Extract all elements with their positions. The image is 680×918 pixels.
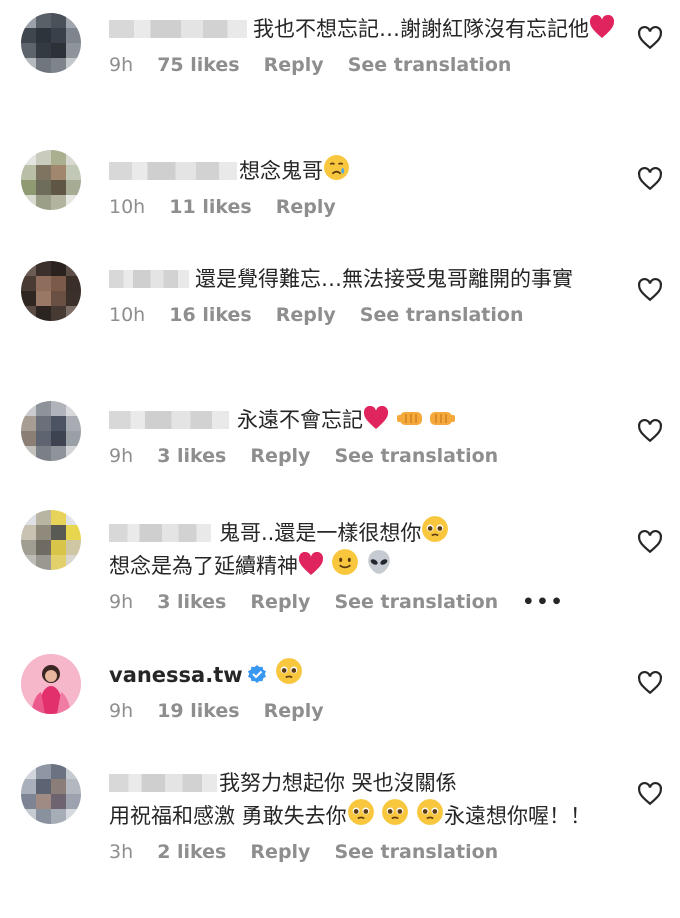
reply-button[interactable]: Reply bbox=[276, 304, 336, 326]
like-heart-icon[interactable] bbox=[637, 277, 663, 303]
comment-body: 我也不想忘記…謝謝紅隊沒有忘記他 bbox=[253, 17, 589, 41]
red-heart-icon bbox=[298, 552, 324, 575]
red-heart-icon bbox=[589, 15, 615, 38]
timestamp: 10h bbox=[109, 304, 146, 326]
comment-meta: 9h 19 likes Reply bbox=[109, 699, 619, 723]
smiling-face-icon bbox=[331, 549, 358, 575]
pleading-face-icon bbox=[422, 516, 449, 542]
avatar[interactable] bbox=[21, 510, 81, 570]
timestamp: 9h bbox=[109, 591, 134, 613]
username-blurred[interactable] bbox=[109, 774, 217, 792]
alien-icon bbox=[368, 550, 391, 574]
avatar[interactable] bbox=[21, 261, 81, 321]
likes-count[interactable]: 2 likes bbox=[157, 841, 226, 863]
likes-count[interactable]: 75 likes bbox=[157, 54, 239, 76]
left-fist-icon bbox=[396, 412, 422, 425]
comment-meta: 9h 75 likes Reply See translation bbox=[109, 53, 619, 77]
username[interactable]: vanessa.tw bbox=[109, 660, 243, 690]
like-heart-icon[interactable] bbox=[637, 418, 663, 444]
reply-button[interactable]: Reply bbox=[276, 196, 336, 218]
more-options-icon[interactable]: ••• bbox=[522, 591, 564, 613]
username-blurred[interactable] bbox=[109, 270, 189, 288]
username-blurred[interactable] bbox=[109, 524, 211, 542]
like-heart-icon[interactable] bbox=[637, 25, 663, 51]
timestamp: 9h bbox=[109, 700, 134, 722]
username-blurred[interactable] bbox=[109, 162, 237, 180]
comment-meta: 10h 16 likes Reply See translation bbox=[109, 303, 619, 327]
comment-text: 鬼哥..還是一樣很想你 想念是為了延續精神 bbox=[109, 515, 619, 581]
comment-meta: 3h 2 likes Reply See translation bbox=[109, 840, 619, 864]
comment-text: 永遠不會忘記 bbox=[109, 405, 619, 435]
timestamp: 9h bbox=[109, 54, 134, 76]
likes-count[interactable]: 16 likes bbox=[169, 304, 251, 326]
reply-button[interactable]: Reply bbox=[250, 591, 310, 613]
like-heart-icon[interactable] bbox=[637, 166, 663, 192]
like-heart-icon[interactable] bbox=[637, 529, 663, 555]
comment-text: vanessa.tw bbox=[109, 657, 619, 690]
see-translation-link[interactable]: See translation bbox=[334, 841, 498, 863]
avatar-photo bbox=[21, 654, 81, 714]
pleading-face-icon bbox=[417, 799, 443, 825]
comment-body: 我努力想起你 哭也沒關係 bbox=[219, 771, 457, 795]
avatar[interactable] bbox=[21, 654, 81, 714]
likes-count[interactable]: 3 likes bbox=[157, 445, 226, 467]
crying-face-icon bbox=[324, 155, 349, 180]
comment-text: 我也不想忘記…謝謝紅隊沒有忘記他 bbox=[109, 14, 619, 44]
comment-meta: 9h 3 likes Reply See translation bbox=[109, 444, 619, 468]
comment-body: 想念鬼哥 bbox=[239, 159, 323, 183]
comment-text: 我努力想起你 哭也沒關係 用祝福和感激 勇敢失去你 永遠想你喔！！ bbox=[109, 768, 619, 831]
comment-body: 還是覺得難忘…無法接受鬼哥離開的事實 bbox=[195, 267, 573, 291]
avatar[interactable] bbox=[21, 13, 81, 73]
comment-text: 想念鬼哥 bbox=[109, 154, 619, 186]
right-fist-icon bbox=[429, 412, 455, 425]
comment-meta: 10h 11 likes Reply bbox=[109, 195, 619, 219]
comment-text: 還是覺得難忘…無法接受鬼哥離開的事實 bbox=[109, 264, 619, 294]
username-blurred[interactable] bbox=[109, 411, 229, 429]
likes-count[interactable]: 11 likes bbox=[169, 196, 251, 218]
timestamp: 9h bbox=[109, 445, 134, 467]
likes-count[interactable]: 19 likes bbox=[157, 700, 239, 722]
red-heart-icon bbox=[363, 406, 389, 429]
see-translation-link[interactable]: See translation bbox=[360, 304, 524, 326]
comment-body-line2: 想念是為了延續精神 bbox=[109, 554, 298, 578]
comment-meta: 9h 3 likes Reply See translation ••• bbox=[109, 590, 619, 614]
username-blurred[interactable] bbox=[109, 20, 247, 38]
reply-button[interactable]: Reply bbox=[264, 54, 324, 76]
comment-body: 永遠不會忘記 bbox=[237, 408, 363, 432]
avatar[interactable] bbox=[21, 150, 81, 210]
comment-body-line2: 用祝福和感激 勇敢失去你 bbox=[109, 804, 347, 828]
see-translation-link[interactable]: See translation bbox=[348, 54, 512, 76]
comment-body-line3: 永遠想你喔！！ bbox=[444, 804, 592, 828]
likes-count[interactable]: 3 likes bbox=[157, 591, 226, 613]
pleading-face-icon bbox=[347, 799, 374, 825]
pleading-face-icon bbox=[382, 799, 409, 825]
reply-button[interactable]: Reply bbox=[264, 700, 324, 722]
timestamp: 3h bbox=[109, 841, 134, 863]
avatar[interactable] bbox=[21, 401, 81, 461]
pleading-face-icon bbox=[275, 658, 302, 684]
see-translation-link[interactable]: See translation bbox=[334, 591, 498, 613]
avatar[interactable] bbox=[21, 764, 81, 824]
reply-button[interactable]: Reply bbox=[250, 841, 310, 863]
reply-button[interactable]: Reply bbox=[250, 445, 310, 467]
like-heart-icon[interactable] bbox=[637, 781, 663, 807]
verified-badge-icon bbox=[247, 665, 266, 683]
comment-body: 鬼哥..還是一樣很想你 bbox=[219, 521, 422, 545]
like-heart-icon[interactable] bbox=[637, 670, 663, 696]
timestamp: 10h bbox=[109, 196, 146, 218]
see-translation-link[interactable]: See translation bbox=[334, 445, 498, 467]
